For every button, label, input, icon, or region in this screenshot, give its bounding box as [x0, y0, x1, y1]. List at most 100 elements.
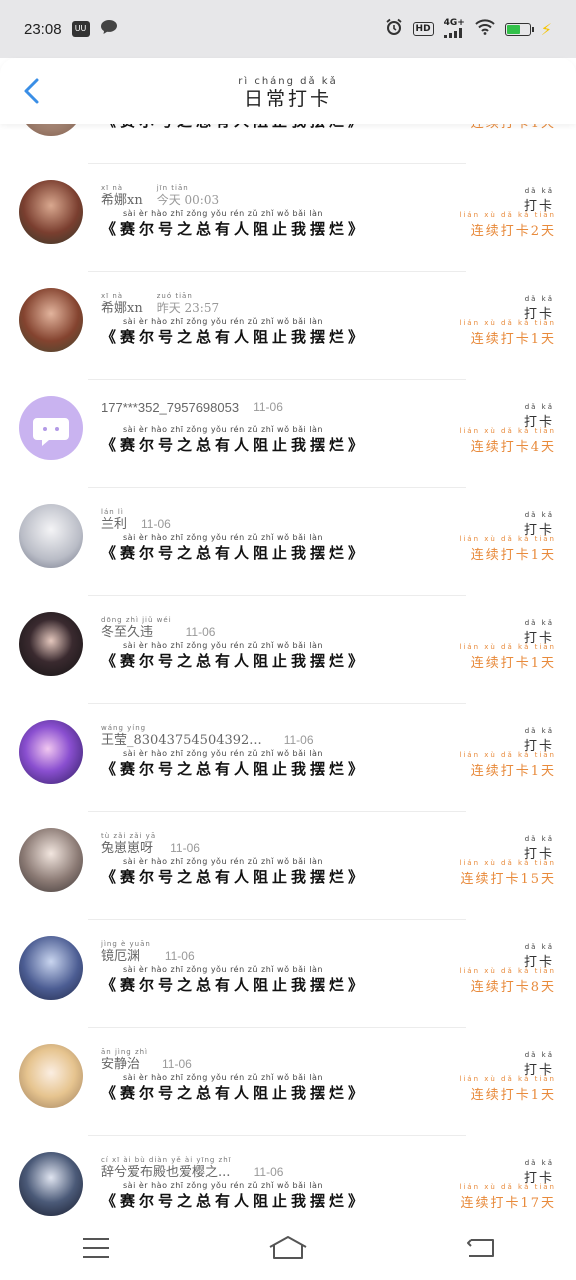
post-time: 11-06 [164, 949, 195, 963]
user-name-pinyin: lán lì [101, 508, 124, 516]
streak-label: 连续打卡1天 [470, 764, 556, 779]
post-time: 11-06 [141, 517, 171, 531]
user-name-text: 王莹_83043754504392... [101, 733, 262, 748]
user-name-text: 镜厄渊 [101, 949, 141, 964]
user-name[interactable]: 177***352_7957698053 [101, 400, 239, 415]
list-item[interactable]: ān jìng zhì 安静治 11-06 sài èr hào zhī zǒng… [0, 1028, 576, 1136]
streak-pinyin: lián xù dǎ kǎ tiān [459, 319, 556, 327]
topic-title[interactable]: 《赛尔号之总有人阻止我摆烂》 [101, 650, 367, 671]
topic-title[interactable]: 《赛尔号之总有人阻止我摆烂》 [101, 758, 367, 779]
avatar[interactable] [19, 612, 83, 676]
user-name[interactable]: wáng yíng 王莹_83043754504392... [101, 724, 262, 748]
name-line: dōng zhì jiǔ wéi 冬至久违 11-06 [101, 616, 215, 640]
post-time: 11-06 [283, 733, 314, 747]
post-time: 11-06 [185, 625, 216, 639]
list-item[interactable]: wáng yíng 王莹_83043754504392... 11-06 sài … [0, 704, 576, 812]
avatar[interactable] [19, 720, 83, 784]
user-name[interactable]: xī nà 希娜xn [101, 184, 143, 208]
alarm-icon [385, 18, 403, 40]
checkin-pinyin: dǎ kǎ [524, 727, 554, 735]
topic-title[interactable]: 《赛尔号之总有人阻止我摆烂》 [101, 218, 367, 239]
avatar[interactable] [19, 828, 83, 892]
page-title-pinyin: rì cháng dǎ kǎ [238, 76, 338, 87]
menu-icon [83, 1238, 109, 1258]
post-time: 11-06 [253, 1165, 284, 1179]
topic-pinyin: sài èr hào zhī zǒng yǒu rén zǔ zhǐ wǒ bǎ… [123, 857, 323, 866]
page-title-wrap: rì cháng dǎ kǎ 日常打卡 [0, 76, 576, 110]
back-nav-icon [467, 1239, 494, 1257]
user-name-pinyin: xī nà [101, 184, 124, 192]
user-name[interactable]: cí xī ài bù diàn yě ài yīng zhī 辞兮爱布殿也爱樱之… [101, 1156, 232, 1180]
user-name-text: 希娜xn [101, 301, 143, 316]
user-name[interactable]: ān jìng zhì 安静治 [101, 1048, 148, 1072]
topic-title[interactable]: 《赛尔号之总有人阻止我摆烂》 [101, 542, 367, 563]
user-name[interactable]: tù zǎi zǎi yā 兔崽崽呀 [101, 832, 156, 856]
list-item[interactable]: dōng zhì jiǔ wéi 冬至久违 11-06 sài èr hào zh… [0, 596, 576, 704]
user-name[interactable]: jìng è yuān 镜厄渊 [101, 940, 151, 964]
streak-label: 连续打卡8天 [470, 980, 556, 995]
streak-pinyin: lián xù dǎ kǎ tiān [459, 967, 556, 975]
user-name-text: 兰利 [101, 517, 128, 532]
battery-icon [504, 22, 534, 36]
user-name-pinyin: cí xī ài bù diàn yě ài yīng zhī [101, 1156, 232, 1164]
avatar[interactable] [19, 936, 83, 1000]
avatar[interactable] [19, 180, 83, 244]
user-name-text: 兔崽崽呀 [101, 841, 154, 856]
checkin-pinyin: dǎ kǎ [524, 943, 554, 951]
post-time-pinyin: jīn tiān [156, 184, 189, 192]
list-item[interactable]: xī nà 希娜xn jīn tiān 今天 00:03 sài èr hào zh… [0, 164, 576, 272]
list-item[interactable]: xī nà 希娜xn zuó tiān 昨天 23:57 sài èr hào zh… [0, 272, 576, 380]
post-time-text: 昨天 23:57 [156, 301, 220, 315]
list-item[interactable]: tù zǎi zǎi yā 兔崽崽呀 11-06 sài èr hào zhī z… [0, 812, 576, 920]
streak-label: 连续打卡15天 [460, 872, 556, 887]
name-line: tù zǎi zǎi yā 兔崽崽呀 11-06 [101, 832, 200, 856]
home-button[interactable] [268, 1228, 308, 1268]
name-line: cí xī ài bù diàn yě ài yīng zhī 辞兮爱布殿也爱樱之… [101, 1156, 283, 1180]
streak-label: 连续打卡1天 [470, 548, 556, 563]
user-name-text: 希娜xn [101, 193, 143, 208]
topic-title[interactable]: 《赛尔号之总有人阻止我摆烂》 [101, 434, 367, 455]
topic-title[interactable]: 《赛尔号之总有人阻止我摆烂》 [101, 866, 367, 887]
user-name-pinyin: ān jìng zhì [101, 1048, 149, 1056]
avatar[interactable] [19, 1044, 83, 1108]
avatar[interactable] [19, 504, 83, 568]
post-time: 11-06 [170, 841, 200, 855]
checkin-pinyin: dǎ kǎ [524, 295, 554, 303]
name-line: lán lì 兰利 11-06 [101, 508, 171, 532]
header: rì cháng dǎ kǎ 日常打卡 [0, 58, 576, 124]
list-item[interactable]: lán lì 兰利 11-06 sài èr hào zhī zǒng yǒu r… [0, 488, 576, 596]
checkin-pinyin: dǎ kǎ [524, 619, 554, 627]
list-item[interactable]: 177***352_7957698053 11-06 sài èr hào zh… [0, 380, 576, 488]
back-nav-button[interactable] [460, 1228, 500, 1268]
topic-pinyin: sài èr hào zhī zǒng yǒu rén zǔ zhǐ wǒ bǎ… [123, 1073, 323, 1082]
checkin-pinyin: dǎ kǎ [524, 1051, 554, 1059]
status-left: 23:08 UU [24, 19, 118, 39]
streak-label: 连续打卡1天 [470, 656, 556, 671]
menu-button[interactable] [76, 1228, 116, 1268]
topic-title[interactable]: 《赛尔号之总有人阻止我摆烂》 [101, 1082, 367, 1103]
battery-level [506, 24, 520, 34]
avatar[interactable] [19, 1152, 83, 1216]
streak-pinyin: lián xù dǎ kǎ tiān [459, 1075, 556, 1083]
user-name[interactable]: xī nà 希娜xn [101, 292, 143, 316]
streak-label: 连续打卡2天 [470, 224, 556, 239]
topic-pinyin: sài èr hào zhī zǒng yǒu rén zǔ zhǐ wǒ bǎ… [123, 209, 323, 218]
topic-title[interactable]: 《赛尔号之总有人阻止我摆烂》 [101, 974, 367, 995]
home-icon [269, 1236, 307, 1259]
streak-pinyin: lián xù dǎ kǎ tiān [459, 535, 556, 543]
topic-pinyin: sài èr hào zhī zǒng yǒu rén zǔ zhǐ wǒ bǎ… [123, 965, 323, 974]
post-time-text: 今天 00:03 [156, 193, 220, 207]
user-name-text: 冬至久违 [101, 625, 154, 640]
name-line: xī nà 希娜xn jīn tiān 今天 00:03 [101, 184, 219, 208]
name-line: ān jìng zhì 安静治 11-06 [101, 1048, 192, 1072]
list-item[interactable]: jìng è yuān 镜厄渊 11-06 sài èr hào zhī zǒng… [0, 920, 576, 1028]
status-time: 23:08 [24, 20, 62, 38]
avatar[interactable] [19, 396, 83, 460]
user-name[interactable]: lán lì 兰利 [101, 508, 127, 532]
avatar[interactable] [19, 288, 83, 352]
charging-icon: ⚡ [540, 19, 552, 39]
user-name-text: 安静治 [101, 1057, 141, 1072]
topic-title[interactable]: 《赛尔号之总有人阻止我摆烂》 [101, 1190, 367, 1211]
user-name[interactable]: dōng zhì jiǔ wéi 冬至久违 [101, 616, 172, 640]
topic-title[interactable]: 《赛尔号之总有人阻止我摆烂》 [101, 326, 367, 347]
